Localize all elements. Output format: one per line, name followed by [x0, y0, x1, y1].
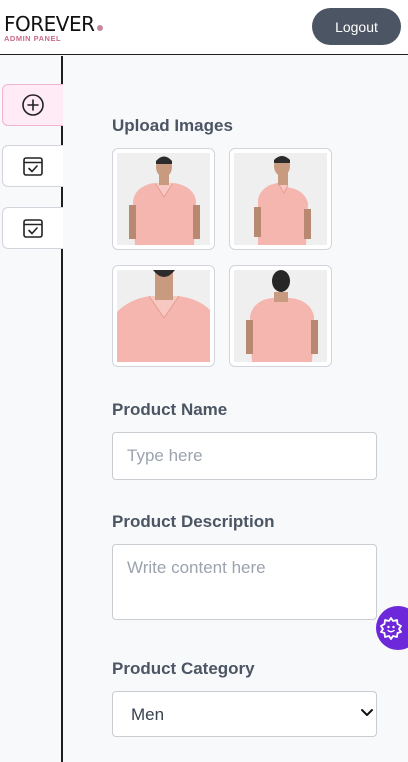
- product-description-label: Product Description: [112, 512, 275, 531]
- checklist-icon: [23, 157, 43, 176]
- image-upload-slot-1[interactable]: [112, 148, 215, 250]
- logo-title: FOREVER: [4, 12, 95, 36]
- logout-button[interactable]: Logout: [312, 8, 401, 45]
- checklist-icon: [23, 219, 43, 238]
- add-circle-icon: [22, 94, 44, 116]
- product-name-label: Product Name: [112, 400, 228, 419]
- product-photo-back: [234, 270, 327, 362]
- product-category-label: Product Category: [112, 659, 255, 678]
- logo: FOREVER ADMIN PANEL: [4, 13, 103, 43]
- product-photo-front: [117, 153, 210, 245]
- sidebar: [0, 56, 63, 762]
- sidebar-item-list[interactable]: [2, 145, 63, 187]
- image-upload-slot-2[interactable]: [229, 148, 332, 250]
- upload-images-label: Upload Images: [112, 116, 233, 135]
- product-photo-side: [234, 153, 327, 245]
- logo-dot: [96, 25, 103, 31]
- product-photo-collar: [117, 270, 210, 362]
- image-upload-slot-4[interactable]: [229, 265, 332, 367]
- floating-settings-button[interactable]: [376, 606, 408, 650]
- sidebar-item-add[interactable]: [2, 84, 63, 126]
- product-category-select[interactable]: Men: [112, 691, 377, 737]
- top-header: FOREVER ADMIN PANEL Logout: [0, 0, 408, 55]
- gear-icon: [380, 617, 402, 640]
- product-description-textarea[interactable]: [112, 544, 377, 620]
- product-name-input[interactable]: [112, 432, 377, 480]
- sidebar-item-orders[interactable]: [2, 207, 63, 249]
- image-upload-slot-3[interactable]: [112, 265, 215, 367]
